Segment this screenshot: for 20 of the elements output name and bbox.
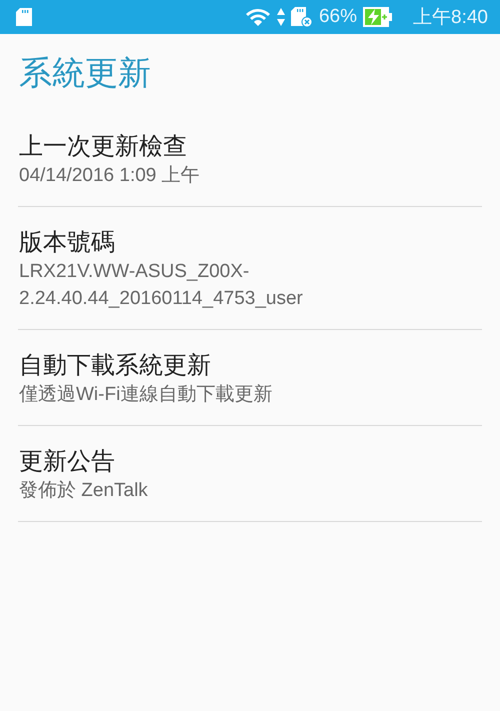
- battery-charging-icon: [363, 7, 394, 27]
- sd-card-icon: [16, 8, 32, 26]
- setting-summary: 發佈於 ZenTalk: [19, 479, 148, 503]
- sd-card-error-icon: [290, 6, 313, 28]
- page-title: 系統更新: [19, 52, 151, 94]
- setting-row[interactable]: 上一次更新檢查 04/14/2016 1:09 上午: [18, 111, 482, 207]
- battery-percent: 66%: [318, 6, 358, 28]
- wifi-icon: [244, 7, 271, 27]
- setting-title: 上一次更新檢查: [19, 131, 187, 162]
- data-arrows-icon: [276, 8, 285, 26]
- setting-row[interactable]: 版本號碼 LRX21V.WW-ASUS_Z00X-2.24.40.44_20160114_4753_user: [18, 207, 482, 330]
- setting-row[interactable]: 更新公告 發佈於 ZenTalk: [18, 426, 482, 522]
- setting-summary: 04/14/2016 1:09 上午: [19, 164, 200, 188]
- setting-title: 版本號碼: [19, 227, 115, 258]
- setting-summary: LRX21V.WW-ASUS_Z00X-2.24.40.44_20160114_4753_user: [19, 260, 304, 311]
- clock-time: 上午8:40: [413, 6, 488, 30]
- setting-row[interactable]: 自動下載系統更新 僅透過Wi-Fi連線自動下載更新: [18, 330, 482, 426]
- setting-summary: 僅透過Wi-Fi連線自動下載更新: [19, 383, 272, 407]
- setting-title: 更新公告: [19, 446, 115, 477]
- setting-title: 自動下載系統更新: [19, 350, 211, 381]
